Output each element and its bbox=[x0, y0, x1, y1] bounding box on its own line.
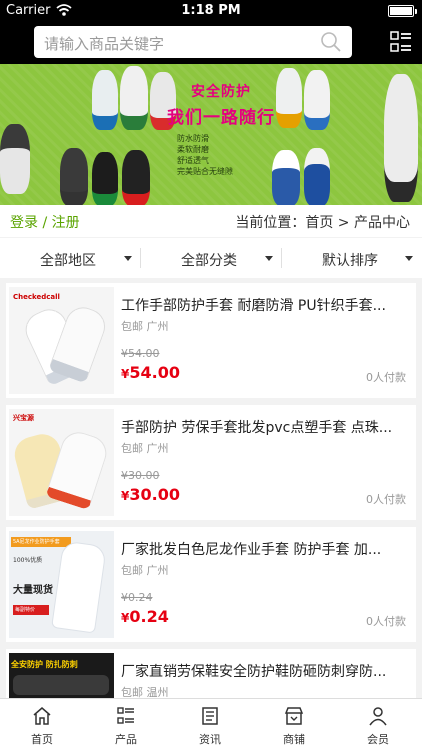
promo-banner[interactable]: 安全防护 我们一路随行 防水防滑 柔软耐磨 舒适透气 完美贴合无缝隙 bbox=[0, 64, 422, 205]
brand-label: Checkedcall bbox=[13, 293, 60, 301]
product-card[interactable]: 兴宝源 手部防护 劳保手套批发pvc点塑手套 点珠... 包邮 广州 ¥30.0… bbox=[6, 405, 416, 520]
login-register-link[interactable]: 登录 / 注册 bbox=[10, 212, 80, 232]
glove-image bbox=[120, 66, 148, 130]
promo-tag: 5A尼龙作业防护手套 bbox=[11, 537, 71, 547]
filter-category-label: 全部分类 bbox=[181, 253, 237, 269]
product-name[interactable]: 厂家直销劳保鞋安全防护鞋防砸防刺穿防... bbox=[121, 661, 411, 681]
filter-region[interactable]: 全部地区 bbox=[0, 238, 140, 278]
glove-image bbox=[60, 148, 88, 205]
user-icon bbox=[369, 707, 387, 726]
tab-member[interactable]: 会员 bbox=[336, 699, 420, 750]
header: 请输入商品关键字 bbox=[0, 22, 422, 64]
shop-icon bbox=[284, 707, 304, 725]
product-price: ¥0.24 bbox=[121, 607, 169, 626]
product-image: 兴宝源 bbox=[9, 409, 114, 516]
tab-news-label: 资讯 bbox=[199, 733, 221, 746]
breadcrumb: 当前位置：首页 > 产品中心 bbox=[235, 215, 410, 231]
tab-home[interactable]: 首页 bbox=[0, 699, 84, 750]
glove-image bbox=[384, 74, 418, 202]
product-price: ¥30.00 bbox=[121, 485, 180, 504]
product-sold-count: 0人付款 bbox=[366, 493, 406, 506]
filter-sort-label: 默认排序 bbox=[322, 253, 378, 269]
banner-title-line2: 我们一路随行 bbox=[167, 108, 275, 128]
banner-feature: 柔软耐磨 bbox=[177, 145, 209, 154]
product-card[interactable]: 5A尼龙作业防护手套 100%优质 大量现货 每副特价 厂家批发白色尼龙作业手套… bbox=[6, 527, 416, 642]
filter-category[interactable]: 全部分类 bbox=[141, 238, 281, 278]
product-original-price: ¥30.00 bbox=[121, 469, 160, 482]
location-bar: 登录 / 注册 当前位置：首页 > 产品中心 bbox=[0, 205, 422, 237]
banner-feature: 完美贴合无缝隙 bbox=[177, 167, 233, 176]
battery-icon bbox=[388, 5, 414, 17]
tab-news[interactable]: 资讯 bbox=[168, 699, 252, 750]
product-original-price: ¥0.24 bbox=[121, 591, 153, 604]
product-image: 5A尼龙作业防护手套 100%优质 大量现货 每副特价 bbox=[9, 531, 114, 638]
promo-tag: 大量现货 bbox=[13, 585, 53, 596]
product-name[interactable]: 工作手部防护手套 耐磨防滑 PU针织手套... bbox=[121, 295, 411, 315]
filter-sort[interactable]: 默认排序 bbox=[282, 238, 422, 278]
chevron-down-icon bbox=[265, 256, 273, 261]
product-price: ¥54.00 bbox=[121, 363, 180, 382]
product-card[interactable]: Checkedcall 工作手部防护手套 耐磨防滑 PU针织手套... 包邮 广… bbox=[6, 283, 416, 398]
product-sold-count: 0人付款 bbox=[366, 371, 406, 384]
brand-label: 兴宝源 bbox=[13, 414, 34, 422]
banner-feature: 防水防滑 bbox=[177, 134, 209, 143]
search-input[interactable]: 请输入商品关键字 bbox=[34, 26, 352, 58]
filter-region-label: 全部地区 bbox=[40, 253, 96, 269]
glove-image bbox=[304, 70, 330, 130]
product-original-price: ¥54.00 bbox=[121, 347, 160, 360]
news-icon bbox=[202, 707, 218, 725]
promo-tag: 100%优质 bbox=[13, 557, 43, 564]
tab-member-label: 会员 bbox=[367, 733, 389, 746]
glove-image bbox=[92, 152, 118, 205]
banner-features: 防水防滑 柔软耐磨 舒适透气 完美贴合无缝隙 bbox=[177, 133, 233, 177]
search-icon[interactable] bbox=[320, 31, 342, 53]
glove-image bbox=[276, 68, 302, 128]
tab-products-label: 产品 bbox=[115, 733, 137, 746]
banner-title-line1: 安全防护 bbox=[191, 84, 251, 100]
product-sold-count: 0人付款 bbox=[366, 615, 406, 628]
product-image: Checkedcall bbox=[9, 287, 114, 394]
glove-image bbox=[272, 150, 300, 205]
product-name[interactable]: 手部防护 劳保手套批发pvc点塑手套 点珠... bbox=[121, 417, 411, 437]
category-menu-icon[interactable] bbox=[390, 31, 412, 53]
tab-shops[interactable]: 商铺 bbox=[252, 699, 336, 750]
chevron-down-icon bbox=[405, 256, 413, 261]
promo-tag: 全安防护 防扎防刺 bbox=[11, 660, 78, 669]
promo-tag: 每副特价 bbox=[13, 605, 49, 615]
home-icon bbox=[33, 707, 51, 725]
product-name[interactable]: 厂家批发白色尼龙作业手套 防护手套 加... bbox=[121, 539, 411, 559]
clock: 1:18 PM bbox=[181, 3, 241, 18]
filter-bar: 全部地区 全部分类 默认排序 bbox=[0, 238, 422, 278]
tab-products[interactable]: 产品 bbox=[84, 699, 168, 750]
glove-image bbox=[92, 70, 118, 130]
glove-image bbox=[122, 150, 150, 205]
product-shipping: 包邮 广州 bbox=[121, 442, 169, 455]
tab-shops-label: 商铺 bbox=[283, 733, 305, 746]
search-placeholder: 请输入商品关键字 bbox=[44, 35, 165, 53]
glove-image bbox=[304, 148, 330, 205]
chevron-down-icon bbox=[124, 256, 132, 261]
product-shipping: 包邮 广州 bbox=[121, 320, 169, 333]
list-icon bbox=[117, 707, 134, 724]
glove-image bbox=[0, 124, 30, 194]
tab-home-label: 首页 bbox=[31, 733, 53, 746]
status-bar: Carrier 1:18 PM bbox=[0, 0, 422, 22]
banner-title: 安全防护 我们一路随行 bbox=[166, 81, 276, 128]
product-shipping: 包邮 广州 bbox=[121, 564, 169, 577]
tab-bar: 首页 产品 资讯 商铺 会员 bbox=[0, 698, 422, 750]
banner-feature: 舒适透气 bbox=[177, 156, 209, 165]
